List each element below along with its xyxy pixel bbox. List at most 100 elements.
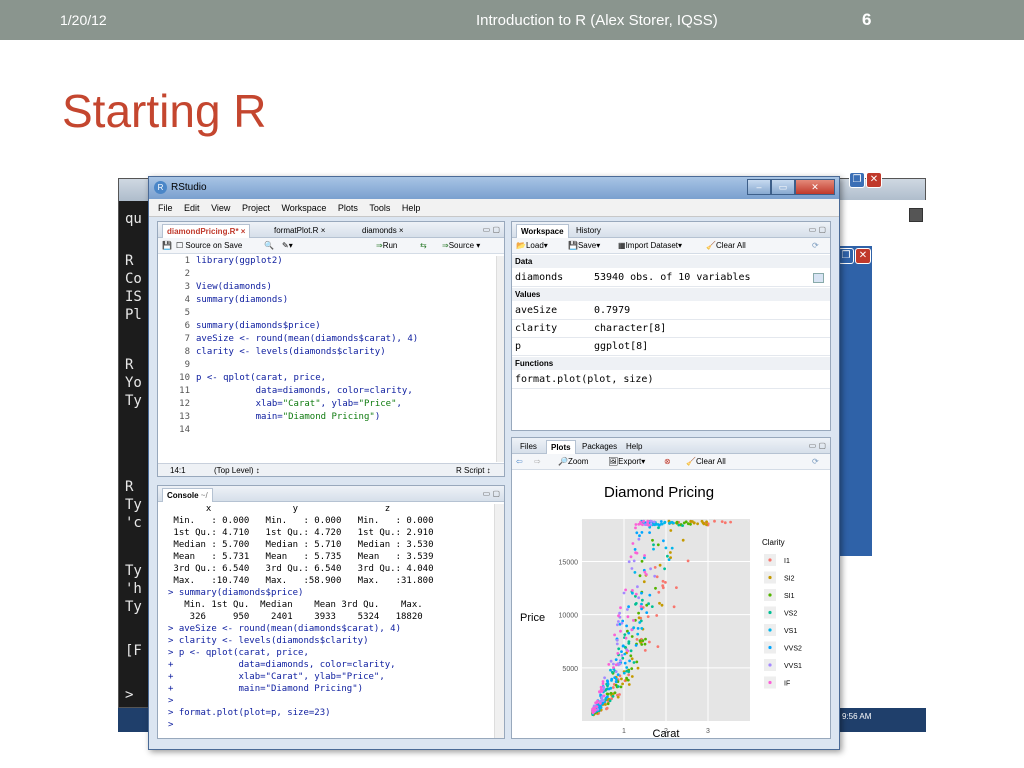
tab-formatplot[interactable]: formatPlot.R × [270,224,329,238]
data-point [611,670,614,674]
rerun-icon[interactable]: ⇆ [420,241,427,250]
data-point [611,686,615,689]
line-number: 3 [184,282,190,292]
data-point [649,567,652,571]
save-workspace-button[interactable]: 💾Save▾ [568,241,600,250]
code-line: 9 [158,360,196,372]
data-point [632,619,635,622]
code-line: 13 main="Diamond Pricing") [158,412,380,424]
menu-edit[interactable]: Edit [184,203,200,213]
menu-project[interactable]: Project [242,203,270,213]
workspace-tabs: Workspace History ▭ ▢ [512,222,830,238]
maximize-icon[interactable]: ❐ [838,248,854,264]
console-scrollbar[interactable] [494,504,504,738]
data-point [606,702,610,706]
menu-workspace[interactable]: Workspace [281,203,326,213]
data-point [621,644,625,648]
pane-minmax-icon[interactable]: ▭ ▢ [483,225,500,234]
export-button[interactable]: 🖼Export▾ [608,457,645,466]
run-button[interactable]: ⇒Run [376,241,397,250]
code-text: data=diamonds, color=clarity, [196,386,413,396]
data-point [720,520,724,523]
data-point [651,538,654,542]
remove-plot-icon[interactable]: ⊗ [664,457,671,466]
code-line: 2 [158,269,196,281]
data-point [661,579,665,583]
editor-statusbar: 14:1 (Top Level) ↕ R Script ↕ [158,463,504,476]
data-point [653,566,657,569]
clear-plots-button[interactable]: 🧹Clear All [686,457,726,466]
tab-plots[interactable]: Plots [546,440,576,454]
forward-arrow-icon[interactable]: ⇨ [534,457,541,466]
minimize-button[interactable]: – [747,179,771,195]
refresh-icon[interactable]: ⟳ [812,241,819,250]
import-dataset-button[interactable]: ▦Import Dataset▾ [618,241,682,250]
source-on-save-checkbox[interactable]: ☐ Source on Save [176,241,242,250]
code-editor[interactable]: 1 library(ggplot2) 2 3 View(diamonds) 4 summar… [158,256,488,460]
close-button[interactable]: ✕ [795,179,835,195]
workspace-minmax-icon[interactable]: ▭ ▢ [809,225,826,234]
tab-help[interactable]: Help [622,440,646,454]
data-point [613,633,616,637]
workspace-row-clarity[interactable]: clarity character[8] [512,320,830,338]
background-maximize-icon[interactable]: ❐ [849,172,865,188]
source-button[interactable]: ⇒Source ▾ [442,241,480,250]
menu-file[interactable]: File [158,203,173,213]
data-point [668,521,671,525]
data-point [640,607,643,611]
y-axis-label: Price [520,612,545,624]
data-point [677,523,681,527]
section-values: Values [512,288,830,301]
data-point [622,671,626,675]
menu-view[interactable]: View [211,203,230,213]
background-close-icon[interactable]: ✕ [866,172,882,188]
clear-all-button[interactable]: 🧹Clear All [706,241,746,250]
tab-packages[interactable]: Packages [578,440,621,454]
tab-console[interactable]: Console ~/ [162,488,213,502]
data-point [645,573,648,576]
workspace-row-avesize[interactable]: aveSize 0.7979 [512,302,830,320]
data-point [624,636,628,640]
tab-history[interactable]: History [572,224,605,238]
back-arrow-icon[interactable]: ⇦ [516,457,523,466]
console-line: > summary(diamonds$price) [168,588,304,598]
maximize-button[interactable]: ▭ [771,179,795,195]
data-point [675,586,678,589]
menu-help[interactable]: Help [402,203,421,213]
wand-icon[interactable]: ✎▾ [282,241,293,250]
background-console-line: 'c [125,515,142,531]
save-icon[interactable]: 💾 [162,241,172,250]
editor-scrollbar[interactable] [496,256,504,462]
plots-minmax-icon[interactable]: ▭ ▢ [809,441,826,450]
tab-diamonds[interactable]: diamonds × [358,224,408,238]
data-point [662,539,665,543]
scope-selector[interactable]: (Top Level) ↕ [214,466,260,475]
close-icon[interactable]: ✕ [855,248,871,264]
load-button[interactable]: 📂Load▾ [516,241,548,250]
tab-files[interactable]: Files [516,440,541,454]
refresh-plot-icon[interactable]: ⟳ [812,457,819,466]
zoom-button[interactable]: 🔎Zoom [558,457,588,466]
data-point [655,614,659,617]
console-output[interactable]: x y z Min. : 0.000 Min. : 0.000 Min. : 0… [158,504,488,738]
menu-tools[interactable]: Tools [369,203,390,213]
tab-workspace[interactable]: Workspace [516,224,569,238]
data-point [661,584,665,588]
scroll-icon[interactable] [909,208,923,222]
slide-header: 1/20/12 Introduction to R (Alex Storer, … [0,0,1024,40]
data-point [664,546,668,550]
rstudio-titlebar[interactable]: R RStudio – ▭ ✕ [149,177,839,199]
workspace-row-p[interactable]: p ggplot[8] [512,338,830,356]
data-point [689,522,692,526]
view-data-icon[interactable] [813,273,824,283]
console-minmax-icon[interactable]: ▭ ▢ [483,489,500,498]
workspace-row-diamonds[interactable]: diamonds 53940 obs. of 10 variables [512,269,830,287]
file-type-selector[interactable]: R Script ↕ [456,466,491,475]
search-icon[interactable]: 🔍 [264,241,274,250]
x-tick-label: 3 [706,728,710,735]
data-point [594,708,597,712]
workspace-row-format-plot[interactable]: format.plot(plot, size) [512,371,830,389]
background-console-line: IS [125,289,142,305]
menu-plots[interactable]: Plots [338,203,358,213]
tab-diamondpricing[interactable]: diamondPricing.R* × [162,224,251,238]
